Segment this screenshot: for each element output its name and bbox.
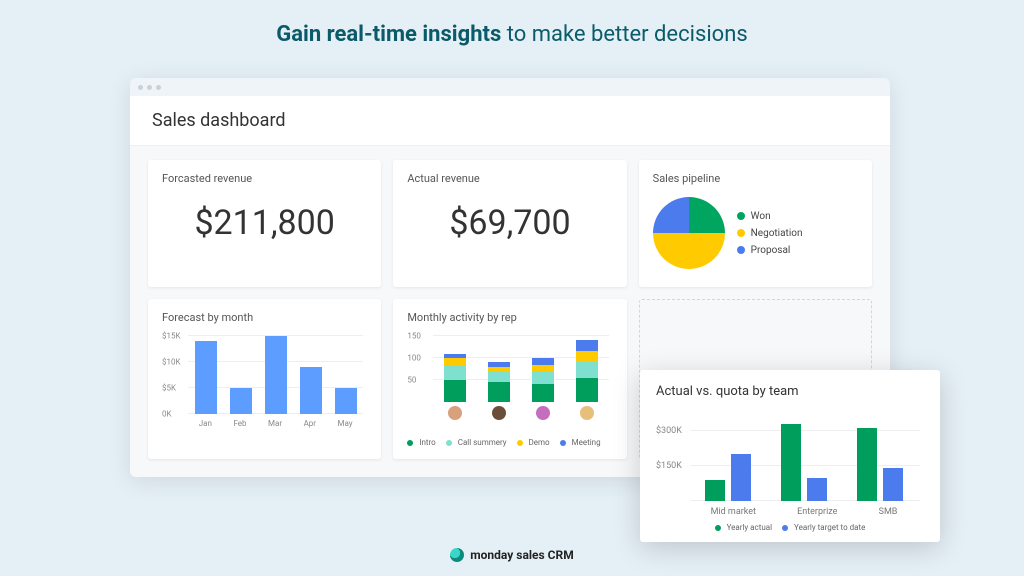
legend-item: Won <box>737 211 803 222</box>
bar-group <box>781 424 827 501</box>
card-forecast-by-month: Forecast by month $15K$10K$5K0KJanFebMar… <box>148 299 381 459</box>
legend-item: Proposal <box>737 245 803 256</box>
legend-item: Demo <box>517 438 550 447</box>
bar <box>335 388 357 414</box>
stacked-bar <box>444 354 466 402</box>
legend-label: Demo <box>529 438 550 447</box>
x-label: Mid market <box>711 507 756 517</box>
bar <box>731 454 751 501</box>
x-label: Jan <box>199 419 212 428</box>
bar-group <box>857 428 903 501</box>
bar <box>857 428 877 501</box>
x-label: SMB <box>879 507 898 517</box>
legend-item: Intro <box>407 438 435 447</box>
headline-rest: to make better decisions <box>501 22 747 47</box>
legend-swatch-icon <box>737 212 745 220</box>
brand-text: monday sales CRM <box>470 548 573 562</box>
legend-label: Negotiation <box>751 228 803 239</box>
dashboard-title: Sales dashboard <box>130 96 890 146</box>
legend-swatch-icon <box>737 229 745 237</box>
x-label: Feb <box>233 419 246 428</box>
card-sales-pipeline: Sales pipeline Won Negotiation Proposal <box>639 160 872 287</box>
avatar-icon <box>536 406 550 420</box>
activity-legend: Intro Call summery Demo Meeting <box>407 438 612 447</box>
legend-item: Yearly target to date <box>782 523 865 532</box>
bar <box>705 480 725 501</box>
card-forecasted-revenue: Forcasted revenue $211,800 <box>148 160 381 287</box>
card-title: Sales pipeline <box>653 172 858 185</box>
legend-swatch-icon <box>715 525 721 531</box>
quota-legend: Yearly actual Yearly target to date <box>656 523 924 532</box>
legend-swatch-icon <box>782 525 788 531</box>
legend-label: Proposal <box>751 245 791 256</box>
legend-label: Won <box>751 211 771 222</box>
x-label: Mar <box>268 419 282 428</box>
card-actual-vs-quota: Actual vs. quota by team $300K$150KMid m… <box>640 370 940 542</box>
stacked-bar <box>576 340 598 402</box>
legend-item: Yearly actual <box>715 523 772 532</box>
activity-stacked-chart: 15010050 <box>407 332 612 422</box>
legend-swatch-icon <box>407 440 413 446</box>
legend-label: Meeting <box>572 438 601 447</box>
legend-swatch-icon <box>446 440 452 446</box>
card-title: Actual vs. quota by team <box>656 384 924 399</box>
bar-group <box>705 454 751 501</box>
bar <box>230 388 252 414</box>
forecast-bar-chart: $15K$10K$5K0KJanFebMarAprMay <box>162 332 367 428</box>
bar <box>883 468 903 501</box>
page-headline: Gain real-time insights to make better d… <box>0 0 1024 53</box>
pipeline-pie-chart <box>653 197 725 269</box>
card-title: Actual revenue <box>407 172 612 185</box>
pipeline-legend: Won Negotiation Proposal <box>737 211 803 256</box>
actual-revenue-value: $69,700 <box>407 193 612 257</box>
window-dot-icon <box>156 85 161 90</box>
stacked-bar <box>488 362 510 402</box>
x-label: Apr <box>304 419 316 428</box>
legend-item: Call summery <box>446 438 507 447</box>
bar <box>300 367 322 414</box>
bar <box>807 478 827 501</box>
bar <box>781 424 801 501</box>
window-titlebar <box>130 78 890 96</box>
legend-swatch-icon <box>517 440 523 446</box>
legend-swatch-icon <box>560 440 566 446</box>
bar <box>265 336 287 414</box>
avatar-icon <box>448 406 462 420</box>
legend-label: Yearly actual <box>727 523 772 532</box>
bar <box>195 341 217 414</box>
window-dot-icon <box>147 85 152 90</box>
avatar-icon <box>492 406 506 420</box>
card-title: Forecast by month <box>162 311 367 324</box>
forecasted-revenue-value: $211,800 <box>162 193 367 257</box>
card-monthly-activity: Monthly activity by rep 15010050 Intro Ca… <box>393 299 626 459</box>
card-title: Monthly activity by rep <box>407 311 612 324</box>
x-label: May <box>337 419 352 428</box>
legend-label: Call summery <box>458 438 507 447</box>
window-dot-icon <box>138 85 143 90</box>
quota-grouped-chart: $300K$150KMid marketEnterprizeSMB <box>656 409 924 519</box>
headline-emphasis: Gain real-time insights <box>276 22 501 47</box>
legend-item: Negotiation <box>737 228 803 239</box>
legend-label: Yearly target to date <box>794 523 865 532</box>
brand-footer: monday sales CRM <box>0 548 1024 562</box>
legend-swatch-icon <box>737 246 745 254</box>
stacked-bar <box>532 358 554 402</box>
legend-item: Meeting <box>560 438 601 447</box>
card-title: Forcasted revenue <box>162 172 367 185</box>
legend-label: Intro <box>419 438 435 447</box>
x-label: Enterprize <box>797 507 837 517</box>
card-actual-revenue: Actual revenue $69,700 <box>393 160 626 287</box>
brand-logo-icon <box>450 548 464 562</box>
avatar-icon <box>580 406 594 420</box>
